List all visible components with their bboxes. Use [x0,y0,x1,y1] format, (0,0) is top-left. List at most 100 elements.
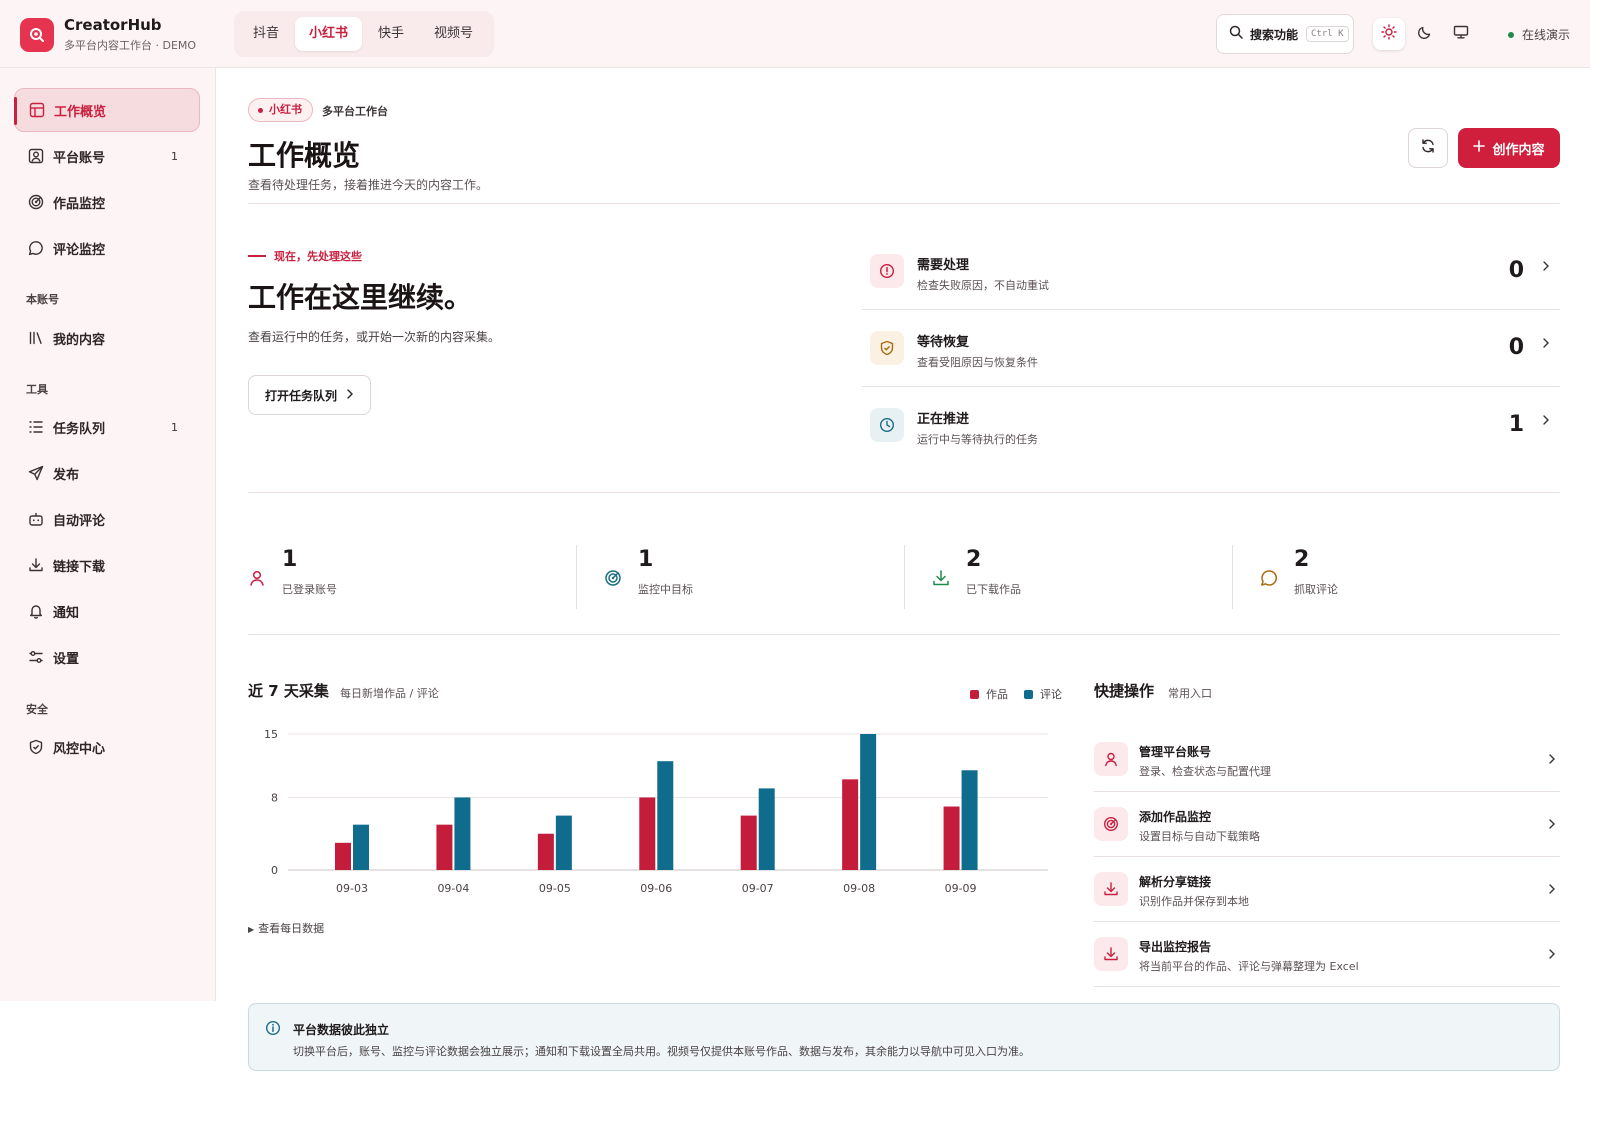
clock-icon [870,408,904,442]
bar-works [436,824,453,870]
bar-comments [657,761,674,870]
sidebar-item-publish[interactable]: 发布 [14,451,200,495]
bar-comments [860,734,877,870]
stat-label: 已登录账号 [282,583,337,596]
sidebar-item-comment-monitor[interactable]: 评论监控 [14,226,200,270]
download-icon [1094,872,1128,906]
bot-icon [27,510,45,528]
sidebar-item-works-monitor[interactable]: 作品监控 [14,180,200,224]
radar-icon [1094,807,1128,841]
sidebar-item-settings[interactable]: 设置 [14,635,200,679]
sidebar-item-notifications[interactable]: 通知 [14,589,200,633]
library-icon [27,329,45,347]
task-subtitle: 查看受阻原因与恢复条件 [917,356,1038,369]
theme-dark-button[interactable] [1409,18,1441,50]
radar-icon [27,193,45,211]
refresh-button[interactable] [1408,128,1448,168]
sidebar-section-title: 本账号 [26,293,59,306]
stat-divider [1232,545,1233,609]
info-icon [265,1020,281,1040]
sidebar-item-my-content[interactable]: 我的内容 [14,316,200,360]
online-status: 在线演示 [1508,26,1570,43]
quick-action-parse-link[interactable]: 解析分享链接 识别作品并保存到本地 [1094,857,1560,922]
stat-value: 2 [1294,547,1310,572]
shield-check-icon [870,331,904,365]
theme-system-button[interactable] [1445,18,1477,50]
task-count: 0 [1508,335,1524,360]
task-title: 需要处理 [917,258,970,273]
sidebar-item-label: 风控中心 [53,741,106,757]
sidebar-item-link-download[interactable]: 链接下载 [14,543,200,587]
brand-subtitle: 多平台内容工作台 · DEMO [64,39,197,52]
hero-eyebrow: 现在，先处理这些 [248,248,362,264]
x-tick-label: 09-06 [640,882,672,895]
legend-swatch [970,689,979,699]
sidebar-badge: 1 [171,420,178,434]
bar-comments [353,824,369,870]
open-task-queue-label: 打开任务队列 [265,388,338,403]
platform-tabs: 抖音 小红书 快手 视频号 [234,11,495,57]
sidebar-item-label: 我的内容 [53,332,106,348]
x-tick-label: 09-08 [843,882,875,895]
page-title: 工作概览 [248,139,361,172]
search-button[interactable]: 搜索功能 Ctrl K [1216,14,1354,54]
user-square-icon [27,147,45,165]
platform-chip: 小红书 [248,98,313,122]
bar-comments [555,815,572,870]
sidebar-section-title: 工具 [26,383,48,396]
bar-works [740,815,757,870]
chevron-right-icon [1542,260,1550,276]
caret-right-icon: ▶ [248,925,255,934]
sidebar-item-label: 作品监控 [53,196,106,212]
create-content-button[interactable]: 创作内容 [1458,128,1560,168]
task-subtitle: 检查失败原因，不自动重试 [917,279,1049,292]
daily-data-toggle[interactable]: ▶ 查看每日数据 [248,920,324,936]
notice-title: 平台数据彼此独立 [293,1023,390,1037]
chart-title: 近 7 天采集 [248,682,329,700]
task-in-progress[interactable]: 正在推进 运行中与等待执行的任务 1 [862,386,1560,464]
quick-action-export-report[interactable]: 导出监控报告 将当前平台的作品、评论与弹幕整理为 Excel [1094,922,1560,987]
task-subtitle: 运行中与等待执行的任务 [917,433,1038,446]
quick-actions-subtitle: 常用入口 [1168,687,1212,700]
quick-action-add-monitor[interactable]: 添加作品监控 设置目标与自动下载策略 [1094,792,1560,857]
sidebar-item-task-queue[interactable]: 任务队列 1 [14,405,200,449]
task-needs-action[interactable]: 需要处理 检查失败原因，不自动重试 0 [862,232,1560,310]
open-task-queue-button[interactable]: 打开任务队列 [248,375,372,415]
sidebar-item-label: 发布 [53,467,80,483]
sidebar-item-overview[interactable]: 工作概览 [14,88,200,132]
stat-value: 2 [966,547,982,572]
legend-comments: 评论 [1024,686,1062,702]
y-tick-label: 0 [271,864,278,877]
bar-works [335,842,351,870]
stat-divider [904,545,905,609]
theme-light-button[interactable] [1373,18,1405,50]
chevron-right-icon [1548,753,1556,769]
task-waiting-recovery[interactable]: 等待恢复 查看受阻原因与恢复条件 0 [862,309,1560,387]
stat-divider [576,545,577,609]
quick-action-title: 导出监控报告 [1139,940,1212,954]
refresh-icon [1420,138,1436,158]
stat-label: 监控中目标 [638,583,693,596]
search-shortcut: Ctrl K [1306,26,1349,42]
radar-icon [604,569,622,591]
download-icon [932,569,950,591]
brand[interactable]: CreatorHub 多平台内容工作台 · DEMO [20,16,196,53]
monitor-icon [1453,24,1469,44]
search-label: 搜索功能 [1250,27,1299,42]
tab-kuaishou[interactable]: 快手 [364,17,418,51]
quick-action-manage-accounts[interactable]: 管理平台账号 登录、检查状态与配置代理 [1094,727,1560,792]
moon-icon [1417,24,1433,44]
tab-xiaohongshu[interactable]: 小红书 [295,17,363,51]
sidebar-item-accounts[interactable]: 平台账号 1 [14,134,200,178]
sidebar-badge: 1 [171,149,178,163]
sidebar-item-label: 任务队列 [53,421,106,437]
layout-icon [28,101,46,119]
y-tick-label: 15 [264,728,278,741]
sidebar-item-auto-comment[interactable]: 自动评论 [14,497,200,541]
tab-shipinhao[interactable]: 视频号 [420,17,487,51]
tab-douyin[interactable]: 抖音 [239,17,293,51]
top-bar: CreatorHub 多平台内容工作台 · DEMO 抖音 小红书 快手 视频号… [0,0,1590,68]
sidebar-item-risk-center[interactable]: 风控中心 [14,725,200,769]
download-icon [27,556,45,574]
sidebar: 工作概览 平台账号 1 作品监控 评论监控 本账号 我的内容 工具 任务队列 1 [0,68,216,1001]
